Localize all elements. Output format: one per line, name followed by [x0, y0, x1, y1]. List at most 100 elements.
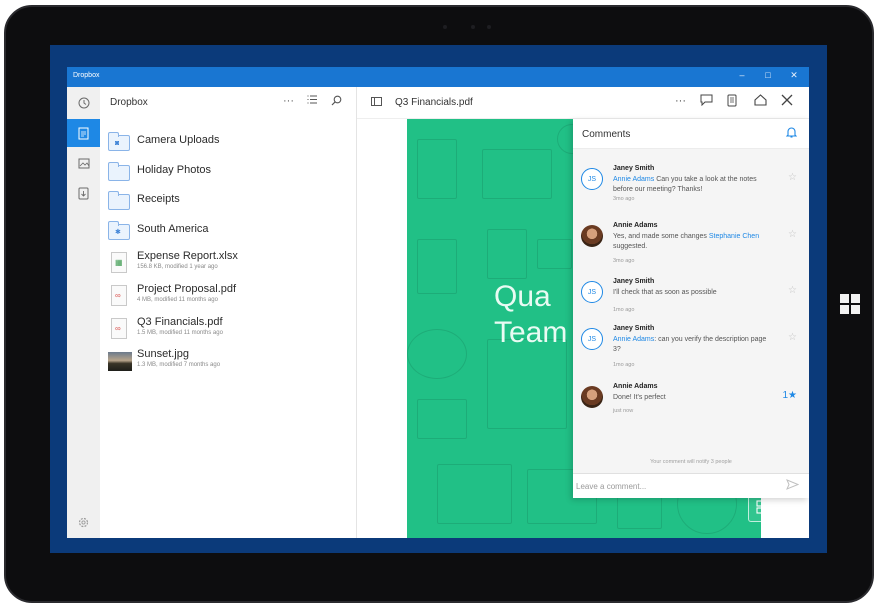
avatar: JS [581, 328, 603, 350]
avatar: JS [581, 168, 603, 190]
title-bar: Dropbox – □ ✕ [67, 67, 809, 87]
grid-icon [756, 500, 770, 514]
spreadsheet-icon: ▦ [108, 252, 130, 273]
file-name: Holiday Photos [137, 164, 211, 176]
comment-input[interactable] [576, 479, 771, 494]
comment-author: Janey Smith [613, 325, 655, 332]
notifications-button[interactable] [785, 126, 798, 141]
minimize-button[interactable]: – [731, 70, 753, 80]
folder-icon [108, 161, 130, 181]
dropbox-app-window: Dropbox – □ ✕ Dropbox ··· ◙ Camera Uploa… [67, 67, 809, 538]
settings-button[interactable] [78, 517, 89, 531]
document-icon [78, 127, 89, 139]
notify-hint: Your comment will notify 3 people [650, 459, 732, 465]
file-name: Camera Uploads [137, 134, 220, 146]
comment-time: 1mo ago [613, 362, 635, 368]
pdf-icon: ∞ [108, 318, 130, 339]
search-icon [331, 95, 342, 106]
file-meta: 1.3 MB, modified 7 months ago [137, 362, 221, 368]
star-icon[interactable]: ☆ [788, 285, 797, 296]
file-name: Receipts [137, 193, 180, 205]
comment-composer [573, 473, 809, 498]
image-icon [78, 158, 89, 168]
sort-button[interactable] [307, 95, 318, 107]
close-button[interactable]: ✕ [783, 70, 805, 81]
camera-folder-icon: ◙ [108, 131, 130, 151]
offline-icon [78, 187, 89, 199]
open-in-app-button[interactable] [727, 94, 737, 110]
file-name: Q3 Financials.pdf [137, 316, 223, 328]
share-button[interactable] [754, 94, 767, 109]
comment-mention[interactable]: Stephanie Chen [709, 233, 759, 240]
comments-button[interactable] [700, 94, 713, 109]
files-nav-button[interactable] [67, 119, 100, 147]
more-options-button[interactable]: ··· [283, 95, 294, 107]
search-button[interactable] [331, 95, 342, 109]
comment-author: Janey Smith [613, 165, 655, 172]
comments-list: JS Janey Smith Annie Adams Can you take … [573, 149, 809, 473]
offline-nav-button[interactable] [67, 179, 100, 207]
comment-text: Annie Adams Can you take a look at the n… [613, 176, 757, 193]
comment-text: I'll check that as soon as possible [613, 289, 717, 296]
file-name: South America [137, 223, 209, 235]
comment-time: 3mo ago [613, 258, 635, 264]
viewer-toolbar: Q3 Financials.pdf ··· [357, 87, 809, 119]
file-name: Sunset.jpg [137, 348, 189, 360]
comments-title: Comments [582, 129, 631, 140]
sort-icon [307, 95, 317, 104]
file-meta: 4 MB, modified 11 months ago [137, 297, 218, 303]
bell-icon [785, 127, 798, 138]
file-info-icon [371, 97, 382, 106]
comments-panel: Comments JS Janey Smith Annie Adams Can … [573, 119, 809, 498]
file-name: Project Proposal.pdf [137, 283, 237, 295]
folder-icon [108, 190, 130, 210]
close-icon [781, 94, 793, 106]
clock-icon [78, 97, 89, 109]
shared-folder-icon: ✱ [108, 220, 130, 240]
comment-icon [700, 94, 713, 107]
file-item[interactable]: ∞ Q3 Financials.pdf 1.5 MB, modified 11 … [108, 315, 348, 345]
photo-thumbnail [108, 350, 132, 371]
comment-mention[interactable]: Annie Adams [613, 176, 654, 183]
document-viewer: Q3 Financials.pdf ··· Qua Team Comments … [357, 87, 809, 538]
folder-title: Dropbox [110, 97, 148, 108]
comment-time: 3mo ago [613, 196, 635, 202]
windows-logo-icon[interactable] [840, 294, 860, 314]
star-icon[interactable]: ☆ [788, 172, 797, 183]
avatar [581, 386, 603, 408]
file-item[interactable]: Sunset.jpg 1.3 MB, modified 7 months ago [108, 347, 348, 377]
viewer-more-button[interactable]: ··· [675, 95, 686, 107]
comment-text: Yes, and made some changes Stephanie Che… [613, 233, 760, 250]
file-name: Expense Report.xlsx [137, 250, 238, 262]
avatar: JS [581, 281, 603, 303]
star-icon[interactable]: ☆ [788, 332, 797, 343]
close-viewer-button[interactable] [781, 94, 793, 109]
comments-header: Comments [573, 119, 809, 149]
comment-time: just now [613, 408, 634, 414]
send-button[interactable] [786, 479, 800, 493]
star-icon[interactable]: 1★ [782, 390, 797, 401]
window-title: Dropbox [73, 72, 100, 79]
file-item[interactable]: ◙ Camera Uploads [108, 128, 348, 158]
photos-nav-button[interactable] [67, 149, 100, 177]
comment-mention[interactable]: Annie Adams [613, 336, 654, 343]
maximize-button[interactable]: □ [757, 70, 779, 80]
star-icon[interactable]: ☆ [788, 229, 797, 240]
file-item[interactable]: ▦ Expense Report.xlsx 156.8 KB, modified… [108, 249, 348, 279]
share-icon [754, 94, 767, 106]
comment-text: Annie Adams: can you verify the descript… [613, 336, 767, 353]
file-info-button[interactable] [371, 97, 382, 109]
send-icon [786, 479, 800, 490]
file-list-pane: Dropbox ··· ◙ Camera Uploads Holiday Pho… [100, 87, 357, 538]
comment-text: Done! It's perfect [613, 394, 666, 401]
recents-nav-button[interactable] [67, 89, 100, 117]
file-list-header: Dropbox ··· [100, 87, 357, 119]
file-item[interactable]: Receipts [108, 187, 348, 217]
page-heading-line2: Team [494, 316, 568, 349]
star-count: 1 [782, 390, 789, 401]
camera-bar [443, 25, 503, 31]
file-item[interactable]: ∞ Project Proposal.pdf 4 MB, modified 11… [108, 282, 348, 312]
comment-author: Janey Smith [613, 278, 655, 285]
file-item[interactable]: Holiday Photos [108, 158, 348, 188]
file-item[interactable]: ✱ South America [108, 217, 348, 247]
